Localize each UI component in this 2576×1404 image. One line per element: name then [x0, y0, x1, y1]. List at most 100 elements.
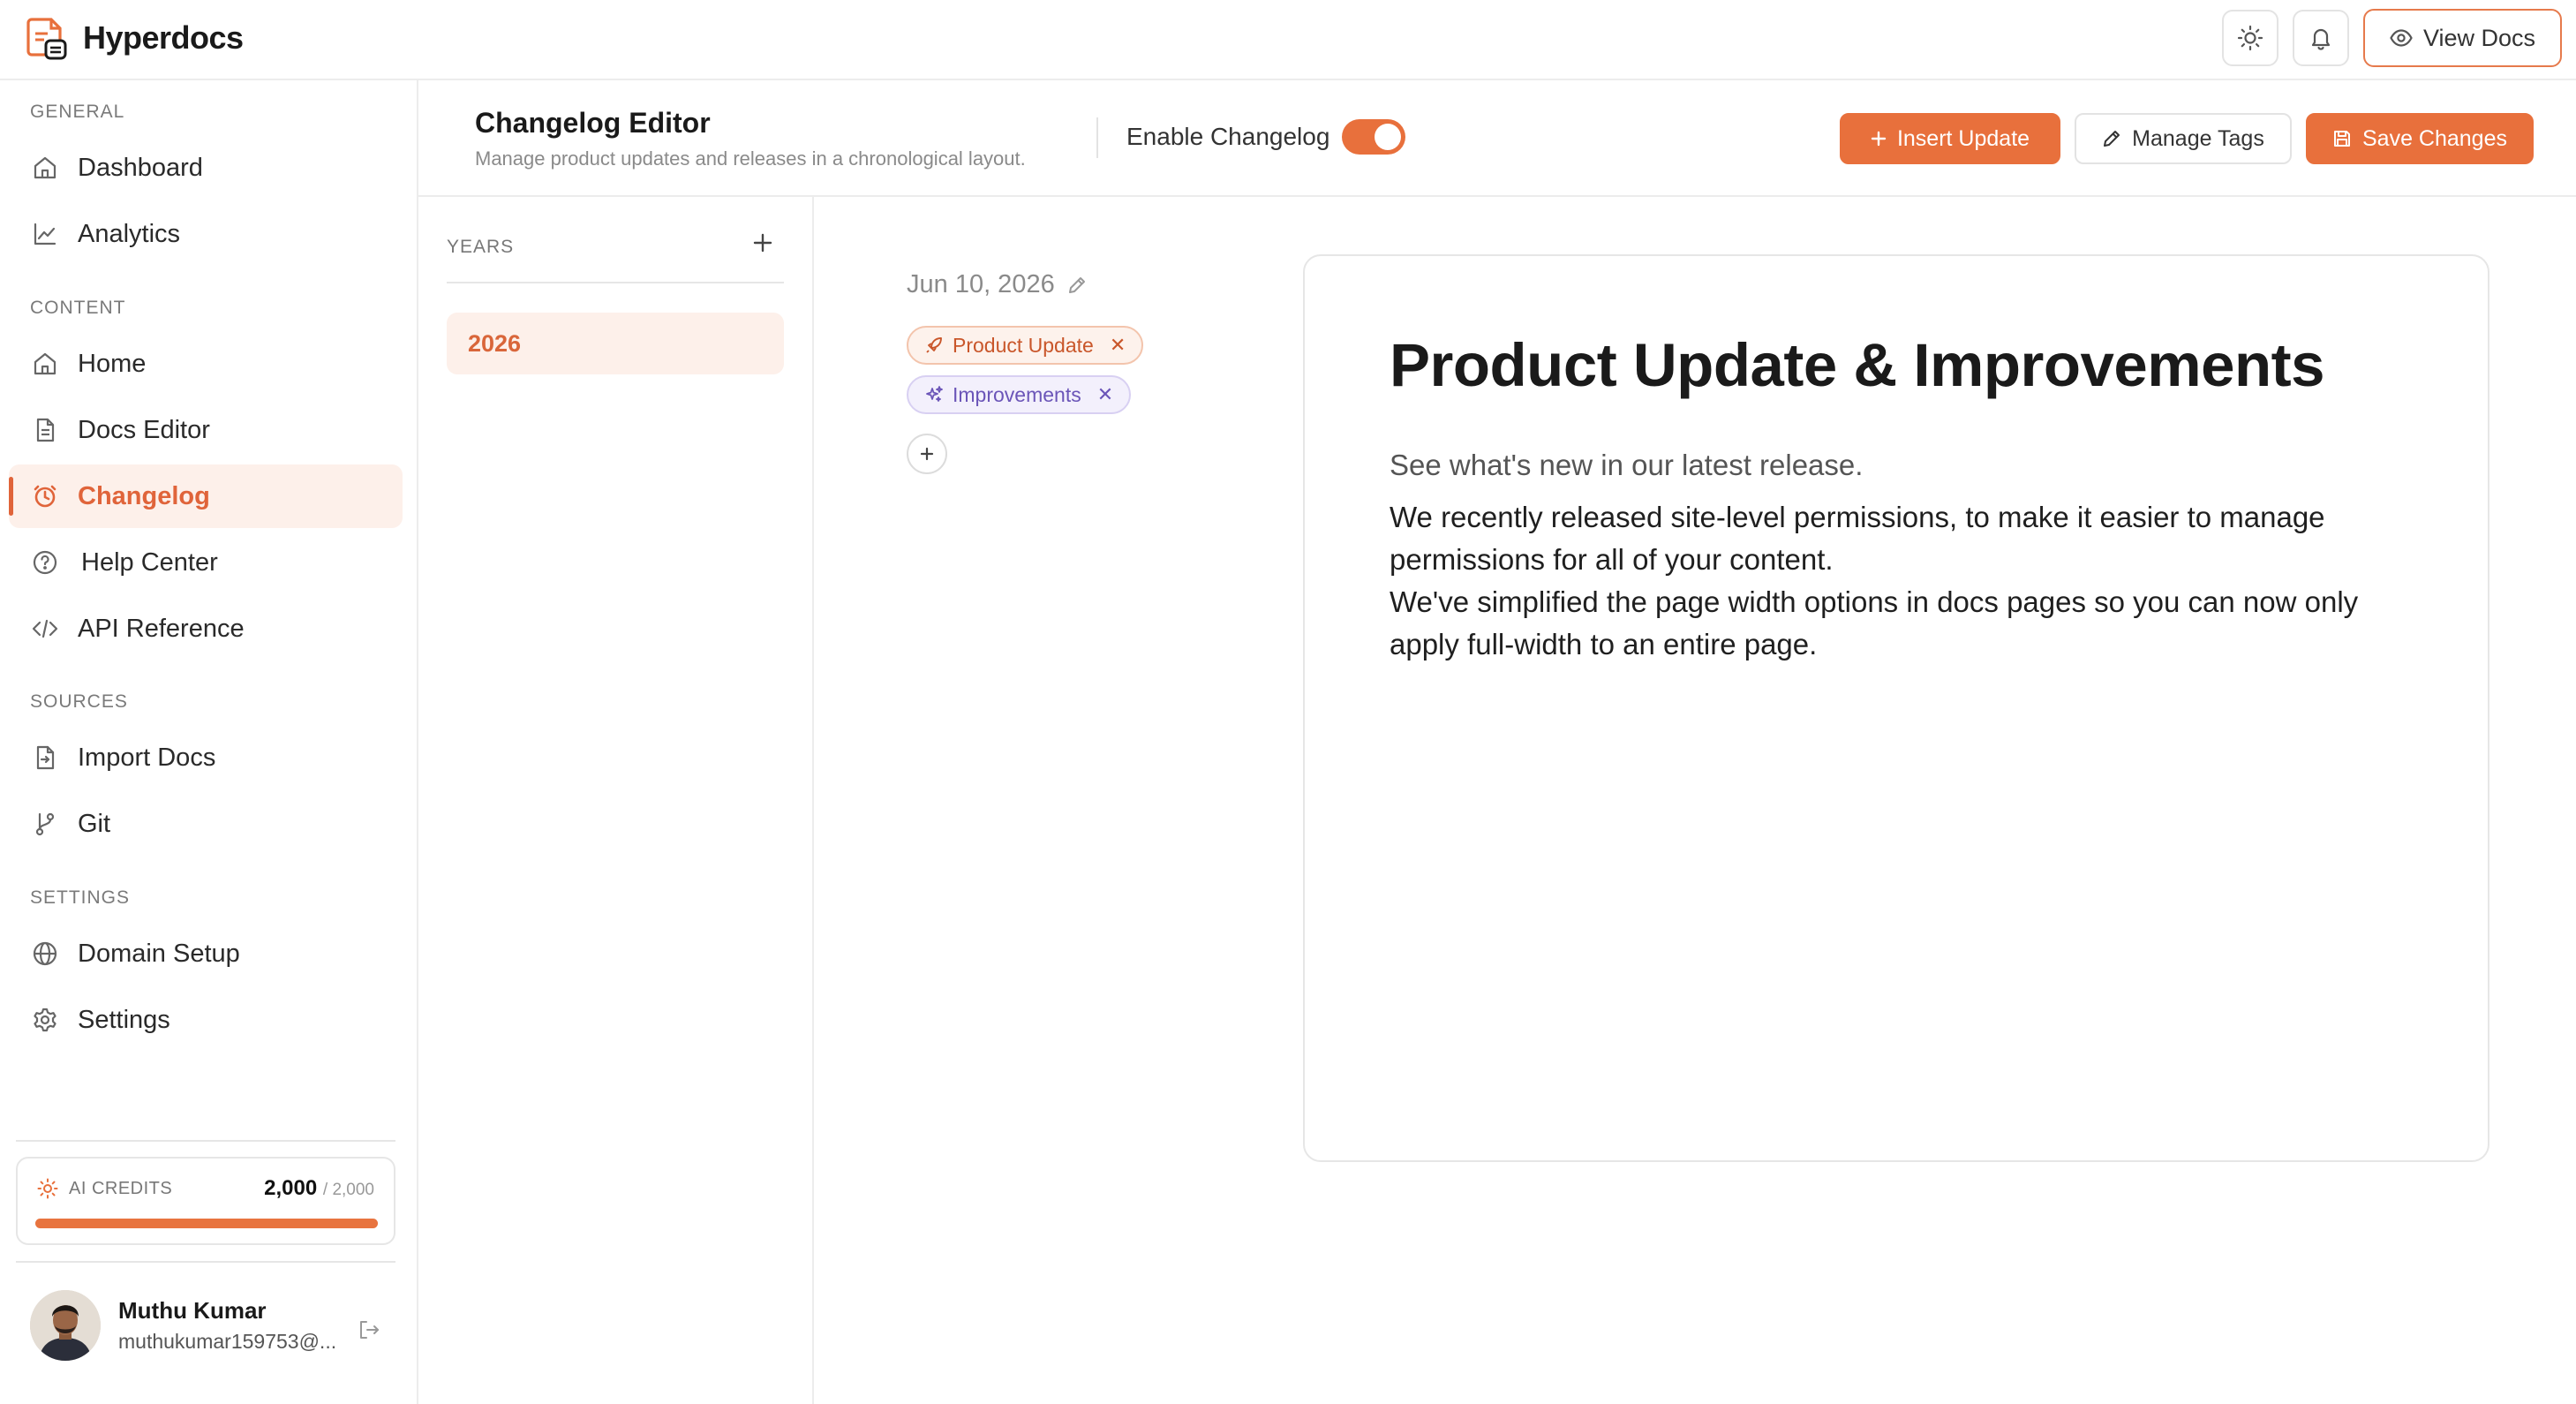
pencil-icon [1055, 276, 1087, 295]
years-divider [447, 282, 784, 283]
plus-icon [919, 446, 935, 462]
sidebar-item-label: Git [78, 809, 111, 838]
section-sources: SOURCES [30, 691, 128, 712]
page-header: Changelog Editor Manage product updates … [418, 80, 2576, 197]
home-icon [30, 153, 60, 183]
notifications-button[interactable] [2292, 10, 2349, 66]
tag-label: Improvements [953, 382, 1081, 406]
entry-body-line: apply full-width to an entire page. [1390, 628, 1818, 660]
ai-credits-max: / 2,000 [322, 1181, 374, 1199]
sidebar-item-analytics[interactable]: Analytics [9, 202, 403, 266]
tag-improvements[interactable]: Improvements ✕ [907, 375, 1132, 414]
top-actions: View Docs [2221, 9, 2562, 67]
ai-credits-value: 2,000 / 2,000 [264, 1176, 374, 1201]
add-tag-button[interactable] [907, 434, 947, 474]
entry-body-line: permissions for all of your content. [1390, 543, 1834, 576]
insert-update-label: Insert Update [1896, 125, 2030, 151]
avatar [30, 1290, 101, 1361]
page-title: Changelog Editor [475, 107, 711, 139]
changelog-entry-editor[interactable]: Product Update & Improvements See what's… [1303, 254, 2489, 1162]
sidebar-item-label: Analytics [78, 219, 181, 248]
remove-tag-icon[interactable]: ✕ [1097, 383, 1113, 406]
years-panel: YEARS 2026 [418, 197, 814, 1404]
top-bar: Hyperdocs View Docs [0, 0, 2576, 80]
sidebar-item-label: API Reference [78, 614, 245, 643]
user-text: Muthu Kumar muthukumar159753@... [118, 1297, 336, 1354]
add-year-button[interactable] [752, 232, 773, 253]
year-item-2026[interactable]: 2026 [447, 313, 784, 374]
edit-date-button[interactable] [1055, 276, 1087, 295]
plus-icon [1871, 131, 1897, 147]
sun-icon [2237, 25, 2263, 51]
pencil-icon [2102, 129, 2132, 148]
ai-credits-count: 2,000 [264, 1176, 318, 1200]
bell-icon [2308, 25, 2334, 51]
sidebar-item-git[interactable]: Git [9, 792, 403, 856]
sidebar-item-dashboard[interactable]: Dashboard [9, 136, 403, 200]
user-email: muthukumar159753@... [118, 1330, 337, 1353]
code-icon [30, 614, 60, 644]
save-changes-label: Save Changes [2361, 125, 2507, 151]
save-icon [2332, 129, 2362, 148]
gear-icon [30, 1005, 60, 1035]
sidebar-divider [16, 1261, 395, 1263]
sidebar-item-settings[interactable]: Settings [9, 988, 403, 1052]
help-circle-icon [30, 547, 60, 577]
page-subtitle: Manage product updates and releases in a… [475, 147, 1026, 170]
tag-product-update[interactable]: Product Update ✕ [907, 326, 1144, 365]
entry-body-line: We've simplified the page width options … [1390, 585, 2359, 618]
entry-title[interactable]: Product Update & Improvements [1390, 330, 2325, 400]
enable-changelog-label: Enable Changelog [1126, 123, 1330, 150]
sidebar-item-docs-editor[interactable]: Docs Editor [9, 398, 403, 462]
section-settings: SETTINGS [30, 887, 131, 908]
sidebar: GENERAL Dashboard Analytics CONTENT Home… [0, 80, 418, 1404]
user-name: Muthu Kumar [118, 1297, 267, 1324]
rocket-icon [924, 336, 953, 355]
logo-icon [26, 16, 69, 60]
view-docs-label: View Docs [2422, 24, 2535, 51]
sidebar-item-label: Docs Editor [78, 415, 210, 444]
sidebar-divider [16, 1140, 395, 1142]
entry-body[interactable]: We recently released site-level permissi… [1390, 496, 2431, 666]
ai-credits-label: AI CREDITS [69, 1178, 173, 1198]
sidebar-item-domain-setup[interactable]: Domain Setup [9, 922, 403, 985]
sidebar-item-label: Settings [78, 1005, 170, 1034]
entry-lead[interactable]: See what's new in our latest release. [1390, 449, 1863, 482]
sidebar-item-label: Home [78, 349, 147, 378]
section-general: GENERAL [30, 102, 125, 122]
header-separator [1096, 117, 1098, 158]
view-docs-button[interactable]: View Docs [2362, 9, 2562, 67]
sidebar-item-help-center[interactable]: Help Center [9, 531, 403, 594]
home-icon [30, 349, 60, 379]
file-import-icon [30, 743, 60, 773]
sidebar-item-label: Domain Setup [78, 939, 240, 968]
toggle-knob [1375, 124, 1401, 150]
sidebar-item-home[interactable]: Home [9, 332, 403, 396]
ai-credits-label-wrap: AI CREDITS [37, 1178, 172, 1199]
line-chart-icon [30, 219, 60, 249]
sidebar-item-import-docs[interactable]: Import Docs [9, 726, 403, 789]
user-profile[interactable]: Muthu Kumar muthukumar159753@... [30, 1290, 336, 1361]
save-changes-button[interactable]: Save Changes [2306, 113, 2534, 164]
entry-date: Jun 10, 2026 [907, 270, 1087, 299]
clock-icon [30, 481, 60, 511]
sun-burst-icon [37, 1178, 69, 1199]
sidebar-item-label: Changelog [78, 481, 210, 510]
remove-tag-icon[interactable]: ✕ [1110, 334, 1126, 357]
sidebar-item-label: Import Docs [78, 743, 216, 772]
document-icon [30, 415, 60, 445]
insert-update-button[interactable]: Insert Update [1840, 113, 2060, 164]
sidebar-item-label: Dashboard [78, 153, 203, 182]
app-name: Hyperdocs [83, 19, 244, 56]
entry-body-line: We recently released site-level permissi… [1390, 501, 2325, 533]
plus-icon [752, 232, 773, 253]
logout-button[interactable] [358, 1318, 380, 1341]
brand[interactable]: Hyperdocs [26, 16, 244, 60]
sidebar-item-label: Help Center [81, 547, 218, 577]
sidebar-item-api-reference[interactable]: API Reference [9, 597, 403, 660]
git-branch-icon [30, 809, 60, 839]
enable-changelog-toggle[interactable] [1342, 119, 1405, 155]
sidebar-item-changelog[interactable]: Changelog [9, 464, 403, 528]
theme-toggle-button[interactable] [2221, 10, 2278, 66]
manage-tags-button[interactable]: Manage Tags [2075, 113, 2292, 164]
